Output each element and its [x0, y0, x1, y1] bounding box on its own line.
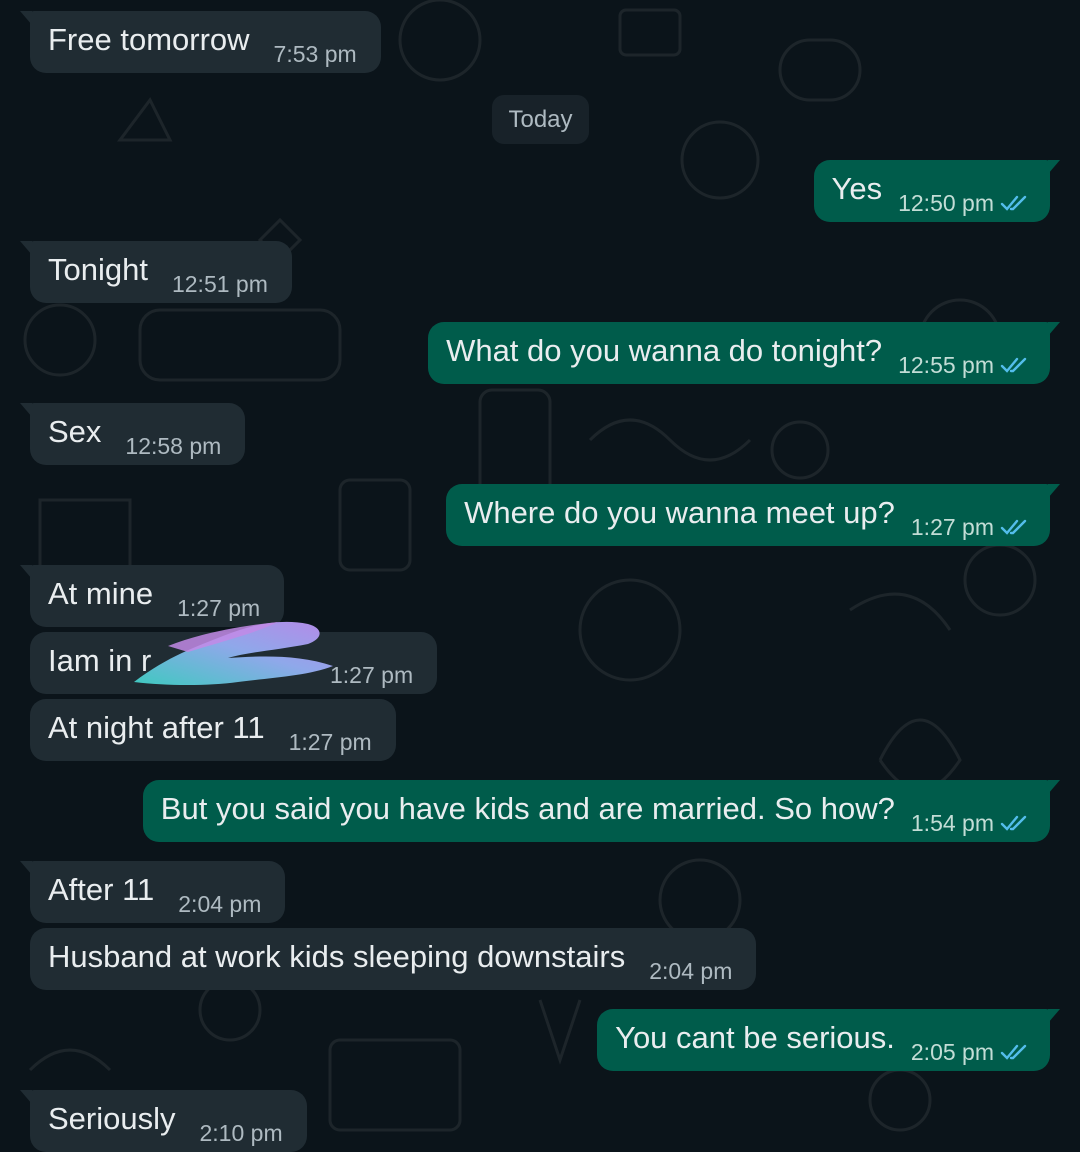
bubble-tail	[20, 11, 32, 25]
message-text: At mine	[48, 576, 154, 611]
double-check-icon	[1000, 195, 1027, 211]
double-check-icon	[1000, 815, 1027, 831]
message-text: Yes	[831, 171, 883, 206]
message-text: What do you wanna do tonight?	[446, 333, 883, 368]
message-text: Sex	[48, 414, 102, 449]
outgoing-message[interactable]: Where do you wanna meet up? 1:27 pm	[446, 484, 1060, 546]
message-text: At night after 11	[48, 710, 265, 745]
bubble-tail	[1048, 160, 1060, 174]
incoming-message[interactable]: Tonight 12:51 pm	[20, 241, 292, 303]
outgoing-message[interactable]: You cant be serious. 2:05 pm	[597, 1009, 1060, 1071]
incoming-message[interactable]: Husband at work kids sleeping downstairs…	[30, 928, 757, 990]
incoming-message[interactable]: After 11 2:04 pm	[20, 861, 286, 923]
date-separator: Today	[492, 95, 589, 144]
message-time: 12:55 pm	[898, 351, 994, 378]
message-time: 2:04 pm	[178, 890, 262, 917]
double-check-icon	[1000, 1044, 1027, 1060]
bubble-tail	[20, 241, 32, 255]
outgoing-message[interactable]: But you said you have kids and are marri…	[142, 780, 1060, 842]
incoming-message[interactable]: At night after 11 1:27 pm	[30, 699, 396, 761]
incoming-message[interactable]: Seriously 2:10 pm	[20, 1090, 307, 1152]
message-time: 1:27 pm	[288, 728, 372, 755]
message-time: 2:04 pm	[649, 957, 733, 984]
bubble-tail	[20, 403, 32, 417]
incoming-message[interactable]: Sex 12:58 pm	[20, 403, 246, 465]
message-text: Tonight	[48, 252, 148, 287]
message-text: Seriously	[48, 1101, 176, 1136]
message-time: 1:27 pm	[910, 513, 994, 540]
bubble-tail	[1048, 780, 1060, 794]
redaction-scribble	[134, 621, 333, 685]
bubble-tail	[20, 861, 32, 875]
bubble-tail	[1048, 1009, 1060, 1023]
outgoing-message[interactable]: Yes 12:50 pm	[813, 160, 1060, 222]
message-time: 1:54 pm	[910, 809, 994, 836]
message-time: 12:51 pm	[171, 270, 268, 297]
message-time: 7:53 pm	[273, 40, 357, 67]
outgoing-message[interactable]: What do you wanna do tonight? 12:55 pm	[428, 322, 1060, 384]
double-check-icon	[1000, 519, 1027, 535]
message-text: But you said you have kids and are marri…	[160, 791, 895, 826]
bubble-tail	[1048, 322, 1060, 336]
message-time: 2:05 pm	[910, 1038, 994, 1065]
message-time: 2:10 pm	[199, 1119, 283, 1146]
message-time: 1:27 pm	[330, 661, 414, 688]
double-check-icon	[1000, 357, 1027, 373]
chat-message-list[interactable]: Today Free tomorrow 7:53 pm Yes 12:50 pm…	[0, 0, 1080, 1152]
message-text: Where do you wanna meet up?	[464, 495, 895, 530]
message-text: You cant be serious.	[615, 1020, 895, 1055]
message-text: Husband at work kids sleeping downstairs	[48, 939, 626, 974]
bubble-tail	[20, 565, 32, 579]
message-text: After 11	[48, 872, 155, 907]
message-time: 12:58 pm	[125, 432, 222, 459]
bubble-tail	[20, 1090, 32, 1104]
message-text: Free tomorrow	[48, 22, 250, 57]
incoming-message[interactable]: Free tomorrow 7:53 pm	[20, 11, 381, 73]
message-time: 12:50 pm	[898, 189, 994, 216]
bubble-tail	[1048, 484, 1060, 498]
